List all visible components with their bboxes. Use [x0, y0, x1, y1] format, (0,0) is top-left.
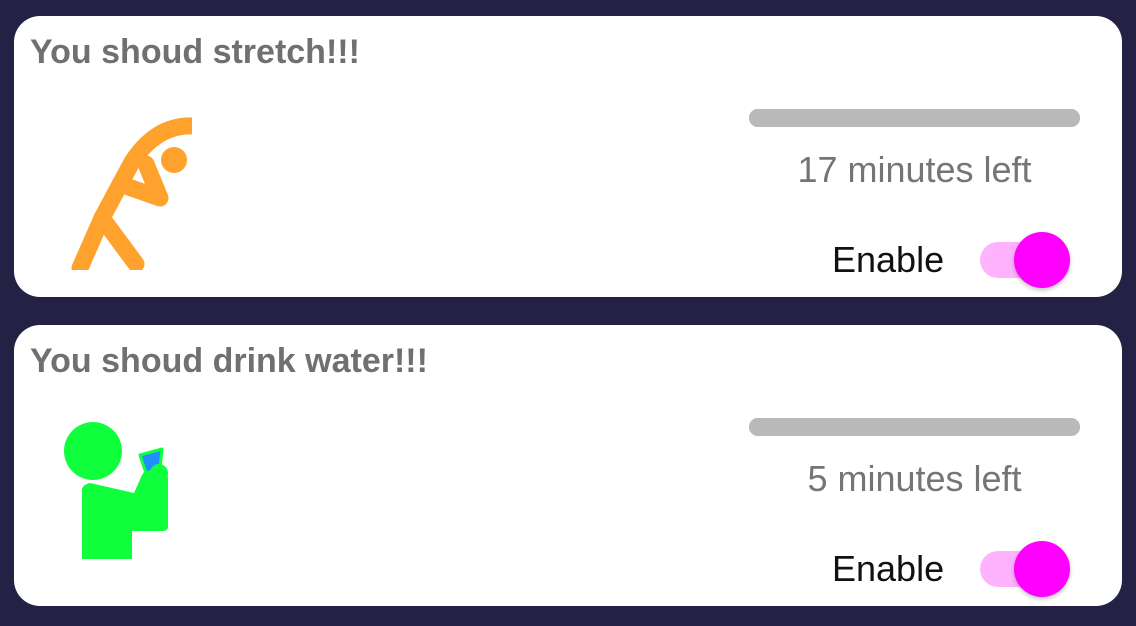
time-left-text: 5 minutes left [807, 458, 1022, 499]
toggle-thumb[interactable] [1014, 232, 1070, 288]
enable-label: Enable [832, 239, 945, 280]
time-progress-fill [749, 109, 1080, 127]
drinking-person-icon [64, 422, 168, 559]
enable-toggle[interactable] [980, 541, 1072, 597]
reminder-title: You shoud stretch!!! [30, 33, 360, 71]
stretching-person-icon [71, 117, 192, 270]
time-progress-fill [749, 418, 1080, 436]
reminder-card-water: You shoud drink water!!! 5 minutes left … [14, 325, 1122, 606]
time-progress-bar [749, 418, 1080, 436]
enable-label: Enable [832, 548, 945, 589]
enable-toggle[interactable] [980, 232, 1072, 288]
time-left-text: 17 minutes left [797, 149, 1032, 190]
reminder-card-stretch: You shoud stretch!!! 17 minutes left Ena… [14, 16, 1122, 297]
time-progress-bar [749, 109, 1080, 127]
toggle-thumb[interactable] [1014, 541, 1070, 597]
reminder-title: You shoud drink water!!! [30, 342, 428, 380]
